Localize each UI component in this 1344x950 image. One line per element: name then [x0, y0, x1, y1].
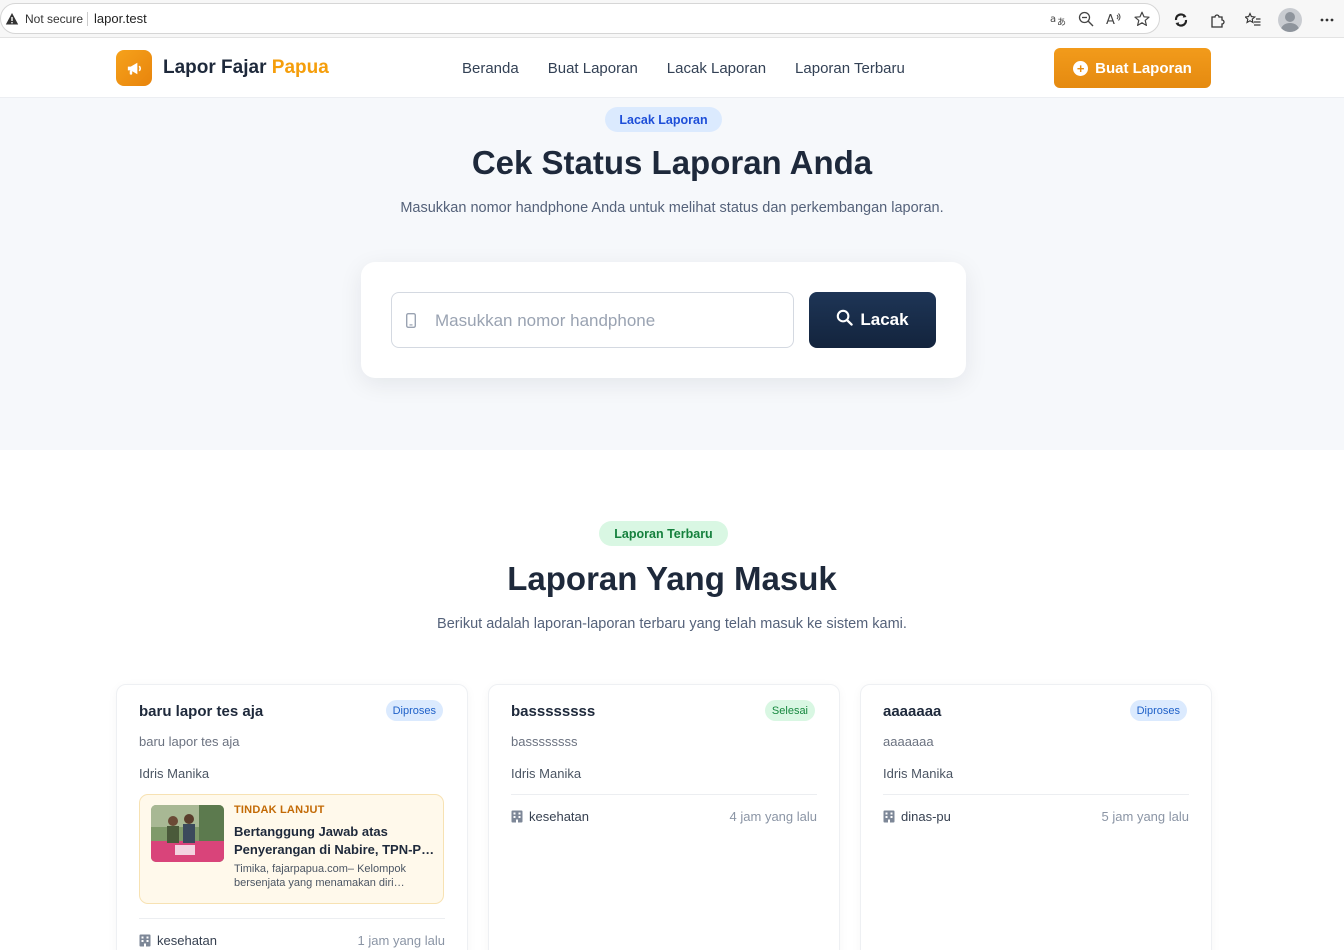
url-text[interactable]: lapor.test [94, 11, 147, 26]
report-title: bassssssss [511, 703, 596, 720]
followup-thumbnail [151, 805, 224, 862]
building-icon [511, 810, 523, 823]
status-badge: Selesai [764, 700, 815, 721]
card-divider [511, 794, 817, 795]
card-divider [883, 794, 1189, 795]
track-section: Lacak Laporan Cek Status Laporan Anda Ma… [0, 98, 1344, 450]
svg-text:A: A [1106, 13, 1115, 27]
followup-excerpt: Timika, fajarpapua.com– Kelompok bersenj… [234, 863, 407, 889]
followup-news-card[interactable]: TINDAK LANJUT Bertanggung Jawab atas Pen… [139, 794, 444, 904]
site-header: Lapor Fajar Papua Beranda Buat Laporan L… [0, 38, 1344, 98]
building-icon [883, 810, 895, 823]
sync-icon[interactable] [1170, 9, 1192, 31]
category-tag: kesehatan [139, 933, 217, 948]
category-tag: kesehatan [511, 809, 589, 824]
status-badge: Diproses [1129, 700, 1187, 721]
track-subtitle: Masukkan nomor handphone Anda untuk meli… [400, 200, 944, 216]
category-label: kesehatan [529, 809, 589, 824]
latest-subtitle: Berikut adalah laporan-laporan terbaru y… [437, 616, 907, 632]
address-bar[interactable]: Not secure lapor.test aあ A [0, 3, 1160, 34]
category-label: dinas-pu [901, 809, 951, 824]
track-card: Lacak [361, 262, 966, 378]
report-time: 1 jam yang lalu [357, 933, 445, 948]
nav-lacak-laporan[interactable]: Lacak Laporan [667, 60, 766, 77]
site-logo[interactable]: Lapor Fajar Papua [116, 50, 329, 86]
track-title: Cek Status Laporan Anda [471, 144, 873, 181]
report-time: 5 jam yang lalu [1101, 809, 1189, 824]
more-options-icon[interactable] [1316, 9, 1338, 31]
nav-beranda[interactable]: Beranda [462, 60, 519, 77]
latest-pill: Laporan Terbaru [599, 521, 728, 546]
report-author: Idris Manika [139, 766, 210, 781]
report-description: baru lapor tes aja [139, 734, 240, 749]
search-icon [836, 309, 854, 331]
create-report-label: Buat Laporan [1095, 59, 1192, 77]
report-card[interactable]: bassssssss Selesai bassssssss Idris Mani… [488, 684, 840, 950]
favorites-list-icon[interactable] [1242, 9, 1264, 31]
address-separator [87, 12, 88, 26]
card-footer: kesehatan 1 jam yang lalu [139, 933, 445, 948]
card-footer: kesehatan 4 jam yang lalu [511, 809, 817, 824]
category-label: kesehatan [157, 933, 217, 948]
card-footer: dinas-pu 5 jam yang lalu [883, 809, 1189, 824]
report-author: Idris Manika [883, 766, 954, 781]
category-tag: dinas-pu [883, 809, 951, 824]
followup-label: TINDAK LANJUT [234, 804, 325, 816]
track-button-label: Lacak [860, 310, 909, 329]
followup-title[interactable]: Bertanggung Jawab atas Penyerangan di Na… [234, 823, 439, 859]
phone-icon [405, 312, 417, 329]
brand-name: Lapor Fajar Papua [163, 57, 329, 79]
report-title: aaaaaaa [883, 703, 942, 720]
warning-icon[interactable] [5, 12, 19, 26]
report-title: baru lapor tes aja [139, 703, 264, 720]
card-divider [139, 918, 445, 919]
megaphone-icon [116, 50, 152, 86]
phone-input-wrapper[interactable] [391, 292, 794, 348]
report-description: aaaaaaa [883, 734, 934, 749]
svg-text:a: a [1050, 14, 1056, 25]
create-report-button[interactable]: + Buat Laporan [1054, 48, 1211, 88]
report-time: 4 jam yang lalu [729, 809, 817, 824]
status-badge: Diproses [385, 700, 443, 721]
translate-icon[interactable]: aあ [1049, 10, 1067, 28]
extensions-icon[interactable] [1206, 9, 1228, 31]
nav-laporan-terbaru[interactable]: Laporan Terbaru [795, 60, 905, 77]
nav-buat-laporan[interactable]: Buat Laporan [548, 60, 638, 77]
browser-toolbar: Not secure lapor.test aあ A [0, 0, 1344, 38]
zoom-out-icon[interactable] [1077, 10, 1095, 28]
main-nav: Beranda Buat Laporan Lacak Laporan Lapor… [462, 60, 905, 77]
track-button[interactable]: Lacak [809, 292, 936, 348]
report-author: Idris Manika [511, 766, 582, 781]
brand-name-accent: Papua [271, 57, 329, 78]
phone-input[interactable] [435, 309, 775, 333]
read-aloud-icon[interactable]: A [1105, 10, 1123, 28]
building-icon [139, 934, 151, 947]
plus-circle-icon: + [1073, 60, 1089, 76]
security-label[interactable]: Not secure [25, 12, 83, 26]
report-description: bassssssss [511, 734, 578, 749]
latest-title: Laporan Yang Masuk [507, 560, 837, 597]
brand-name-main: Lapor Fajar [163, 57, 267, 78]
track-pill: Lacak Laporan [605, 107, 722, 132]
report-card[interactable]: baru lapor tes aja Diproses baru lapor t… [116, 684, 468, 950]
report-card[interactable]: aaaaaaa Diproses aaaaaaa Idris Manika di… [860, 684, 1212, 950]
profile-avatar[interactable] [1278, 8, 1302, 32]
svg-text:あ: あ [1057, 17, 1066, 27]
favorite-star-icon[interactable] [1133, 10, 1151, 28]
